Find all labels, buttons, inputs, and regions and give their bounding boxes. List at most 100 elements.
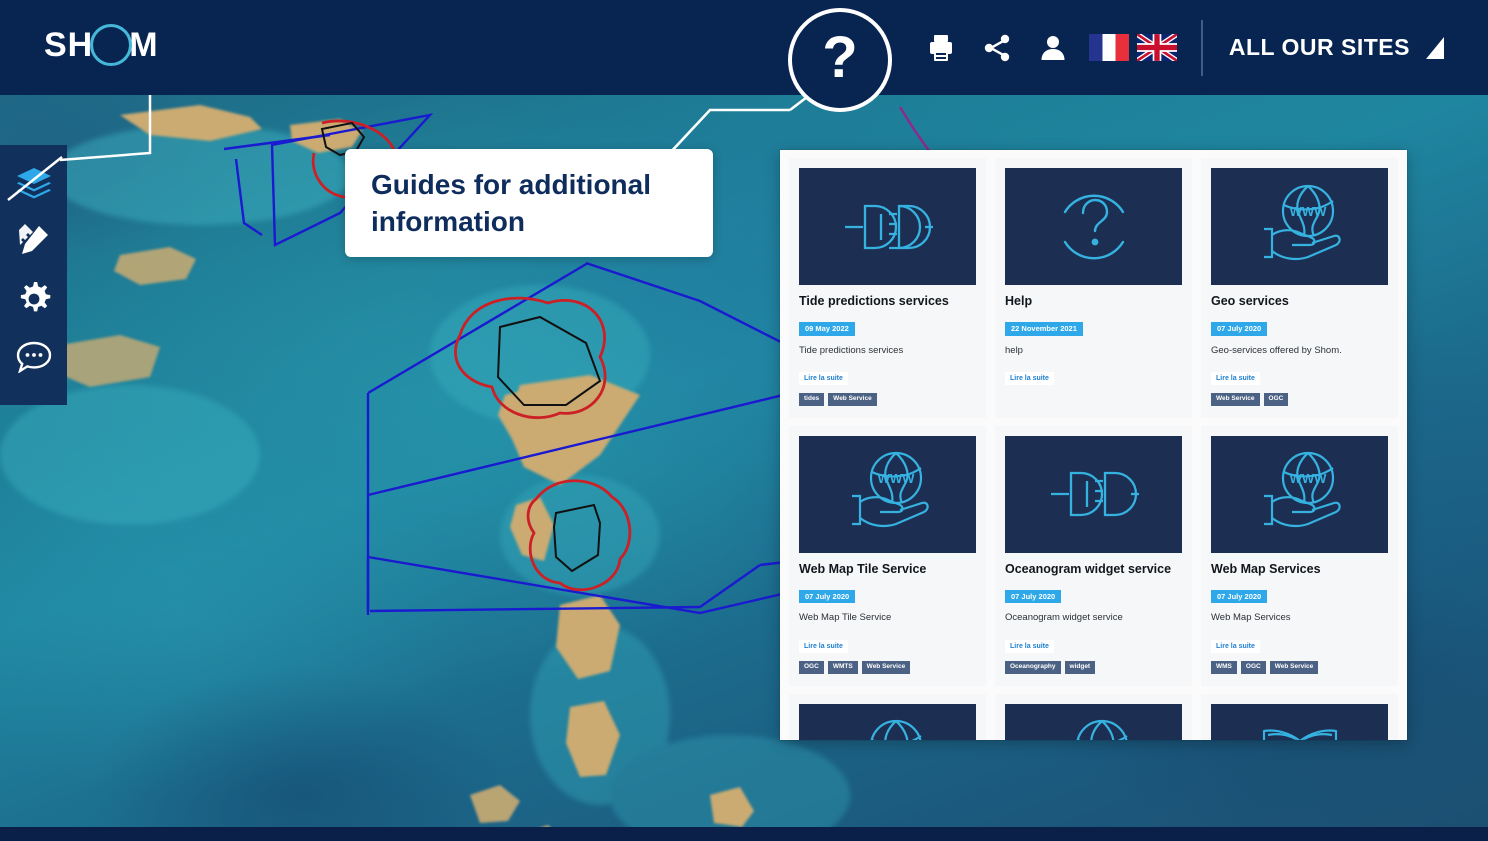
read-more-link[interactable]: Lire la suite xyxy=(1005,640,1054,654)
svg-text:WWW: WWW xyxy=(1083,739,1121,740)
guide-card[interactable]: WWW Geo services 07 July 2020 Geo-servic… xyxy=(1201,158,1398,418)
read-more-link[interactable]: Lire la suite xyxy=(1005,372,1054,386)
globe-in-hand-icon: WWW xyxy=(1263,452,1341,528)
card-date-badge: 07 July 2020 xyxy=(799,589,856,604)
map-tools-sidebar xyxy=(0,145,67,405)
plug-connector-icon xyxy=(844,204,933,249)
plug-connector-icon xyxy=(1050,472,1139,517)
card-description: Web Map Tile Service xyxy=(799,612,892,624)
card-tag[interactable]: Web Service xyxy=(861,661,911,674)
svg-text:WWW: WWW xyxy=(1289,204,1327,219)
header-actions: ALL OUR SITES xyxy=(913,0,1488,95)
card-description: Geo-services offered by Shom. xyxy=(1211,344,1342,356)
card-date-badge: 07 July 2020 xyxy=(1211,589,1268,604)
card-tag[interactable]: Web Service xyxy=(1211,393,1260,406)
draw-tools-icon[interactable] xyxy=(11,223,57,259)
guide-card[interactable]: WWW Web Map Services 07 July 2020 Web Ma… xyxy=(1201,425,1398,686)
flag-united-kingdom-icon[interactable] xyxy=(1136,34,1177,61)
card-title: Geo services xyxy=(1211,294,1289,308)
language-switcher xyxy=(1088,34,1177,61)
read-more-link[interactable]: Lire la suite xyxy=(1211,640,1260,654)
card-tag[interactable]: Oceanography xyxy=(1005,661,1061,674)
card-description: Tide predictions services xyxy=(799,344,904,356)
card-thumbnail: WWW xyxy=(799,703,976,740)
all-our-sites-label: ALL OUR SITES xyxy=(1228,34,1410,60)
guide-card[interactable]: Oceanogram widget service 07 July 2020 O… xyxy=(995,425,1192,686)
read-more-link[interactable]: Lire la suite xyxy=(799,640,848,654)
globe-in-hand-icon: WWW xyxy=(870,720,922,740)
card-tag-list: OGC WMTS Web Service xyxy=(799,661,976,674)
guide-card[interactable]: Tide predictions services 09 May 2022 Ti… xyxy=(789,158,986,418)
card-description: Web Map Services xyxy=(1211,612,1291,624)
card-tag-list: tides Web Service xyxy=(799,393,976,406)
card-tag[interactable]: Web Service xyxy=(828,393,877,406)
user-icon[interactable] xyxy=(1025,0,1081,95)
logo-ring-icon xyxy=(90,24,133,66)
card-thumbnail: WWW xyxy=(1005,703,1182,740)
shom-logo[interactable]: SH M xyxy=(44,24,159,66)
card-date-badge: 09 May 2022 xyxy=(799,322,855,336)
card-thumbnail: WWW xyxy=(1211,168,1388,285)
help-button[interactable]: ? xyxy=(788,8,892,112)
settings-gear-icon[interactable] xyxy=(11,281,57,317)
card-tag-list: Web Service OGC xyxy=(1211,393,1388,406)
guide-card[interactable]: WWW Web Feature Service xyxy=(995,693,1192,740)
svg-text:WWW: WWW xyxy=(877,471,915,486)
card-title: Tide predictions services xyxy=(799,294,949,308)
guide-card[interactable]: Help 22 November 2021 help Lire la suite xyxy=(995,158,1192,418)
triangle-icon xyxy=(1426,36,1444,59)
question-mark-circle-icon xyxy=(1063,194,1124,259)
header-divider xyxy=(1200,19,1203,76)
card-title: Web Map Services xyxy=(1211,561,1321,576)
read-more-link[interactable]: Lire la suite xyxy=(799,372,848,386)
card-description: Oceanogram widget service xyxy=(1005,612,1123,624)
svg-text:WWW: WWW xyxy=(1289,471,1327,486)
card-tag[interactable]: OGC xyxy=(799,661,824,674)
card-tag[interactable]: widget xyxy=(1064,661,1096,674)
card-tag[interactable]: OGC xyxy=(1240,661,1266,674)
card-tag[interactable]: Web Service xyxy=(1269,661,1319,674)
open-book-icon xyxy=(1262,729,1337,740)
card-date-badge: 07 July 2020 xyxy=(1005,589,1062,604)
globe-in-hand-icon: WWW xyxy=(851,452,929,528)
print-icon[interactable] xyxy=(913,0,969,95)
card-title: Oceanogram widget service xyxy=(1005,561,1172,576)
guide-card[interactable]: WWW Web Map Tile Service 07 July 2020 We… xyxy=(789,425,986,686)
card-thumbnail xyxy=(1211,703,1388,740)
card-thumbnail: WWW xyxy=(799,435,976,553)
logo-text-suffix: M xyxy=(129,26,159,64)
card-thumbnail xyxy=(1005,168,1182,285)
card-tag-list: Oceanography widget xyxy=(1005,661,1182,674)
flag-france-icon[interactable] xyxy=(1088,34,1129,61)
callout-text: Guides for additional information xyxy=(371,168,652,237)
card-description: help xyxy=(1005,344,1023,356)
globe-in-hand-icon: WWW xyxy=(1263,184,1341,260)
logo-text-prefix: SH xyxy=(44,26,94,64)
card-thumbnail: WWW xyxy=(1211,435,1388,553)
card-tag[interactable]: OGC xyxy=(1263,393,1289,406)
card-tag[interactable]: tides xyxy=(799,393,825,406)
layers-icon[interactable] xyxy=(11,165,57,201)
card-thumbnail xyxy=(799,168,976,285)
card-tag[interactable]: WMS xyxy=(1211,661,1237,674)
guides-panel[interactable]: Tide predictions services 09 May 2022 Ti… xyxy=(780,150,1407,740)
help-question-mark: ? xyxy=(822,25,858,90)
card-thumbnail xyxy=(1005,435,1182,553)
site-header: SH M ALL OUR SITES xyxy=(0,0,1488,95)
share-icon[interactable] xyxy=(969,0,1025,95)
read-more-link[interactable]: Lire la suite xyxy=(1211,372,1260,386)
guides-card-grid: Tide predictions services 09 May 2022 Ti… xyxy=(780,150,1407,740)
chat-bubble-icon[interactable] xyxy=(11,339,57,375)
card-date-badge: 22 November 2021 xyxy=(1005,322,1083,336)
guide-card[interactable]: WWW ncWMS xyxy=(789,693,986,740)
guides-callout: Guides for additional information xyxy=(345,149,713,257)
card-tag-list: WMS OGC Web Service xyxy=(1211,661,1388,674)
card-title: Web Map Tile Service xyxy=(799,561,927,576)
card-date-badge: 07 July 2020 xyxy=(1211,322,1268,336)
globe-in-hand-icon: WWW xyxy=(1076,720,1128,740)
application-root: Guides for additional information Tide p… xyxy=(0,0,1488,841)
card-title: Help xyxy=(1005,294,1033,308)
guide-card[interactable]: Metadata Catalog xyxy=(1201,693,1398,740)
all-our-sites-button[interactable]: ALL OUR SITES xyxy=(1229,34,1488,61)
card-tag[interactable]: WMTS xyxy=(827,661,858,674)
